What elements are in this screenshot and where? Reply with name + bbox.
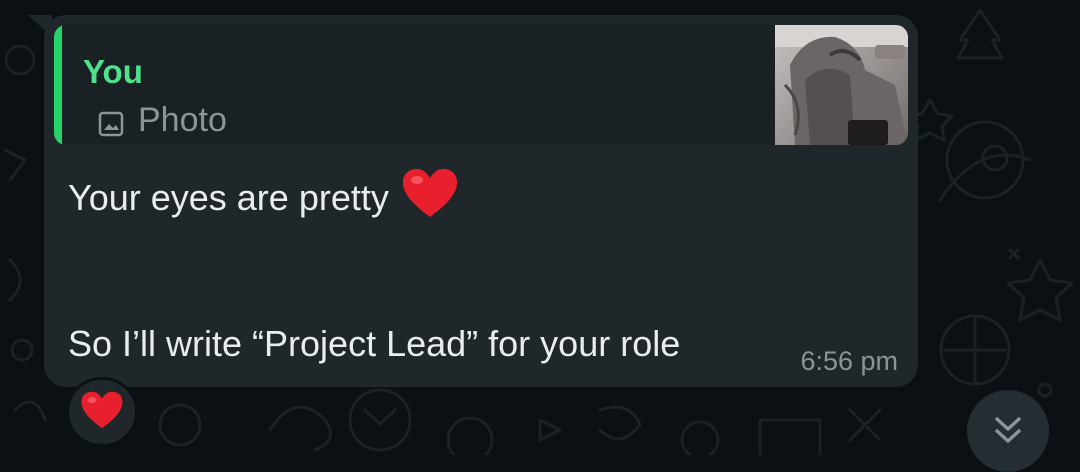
message-text-line1: Your eyes are pretty bbox=[68, 167, 459, 229]
photo-thumbnail[interactable] bbox=[775, 25, 908, 145]
red-heart-emoji bbox=[80, 390, 124, 435]
message-text-line2: So I’ll write “Project Lead” for your ro… bbox=[68, 323, 681, 364]
quote-accent-bar bbox=[54, 25, 62, 145]
message-text: Your eyes are pretty bbox=[68, 177, 389, 218]
message-timestamp: 6:56 pm bbox=[800, 346, 898, 376]
quote-media-type: Photo bbox=[98, 100, 227, 140]
double-chevron-down-icon bbox=[992, 414, 1024, 451]
scroll-to-bottom-button[interactable] bbox=[967, 390, 1049, 472]
reaction-badge[interactable] bbox=[66, 377, 138, 447]
quote-sender-name: You bbox=[83, 53, 143, 90]
image-icon bbox=[98, 107, 124, 137]
quote-media-label: Photo bbox=[138, 100, 227, 139]
red-heart-emoji bbox=[401, 167, 459, 229]
message-bubble[interactable]: You Photo Your eyes are pretty So I’ll w… bbox=[44, 15, 918, 387]
quoted-reply[interactable]: You Photo bbox=[54, 25, 908, 145]
